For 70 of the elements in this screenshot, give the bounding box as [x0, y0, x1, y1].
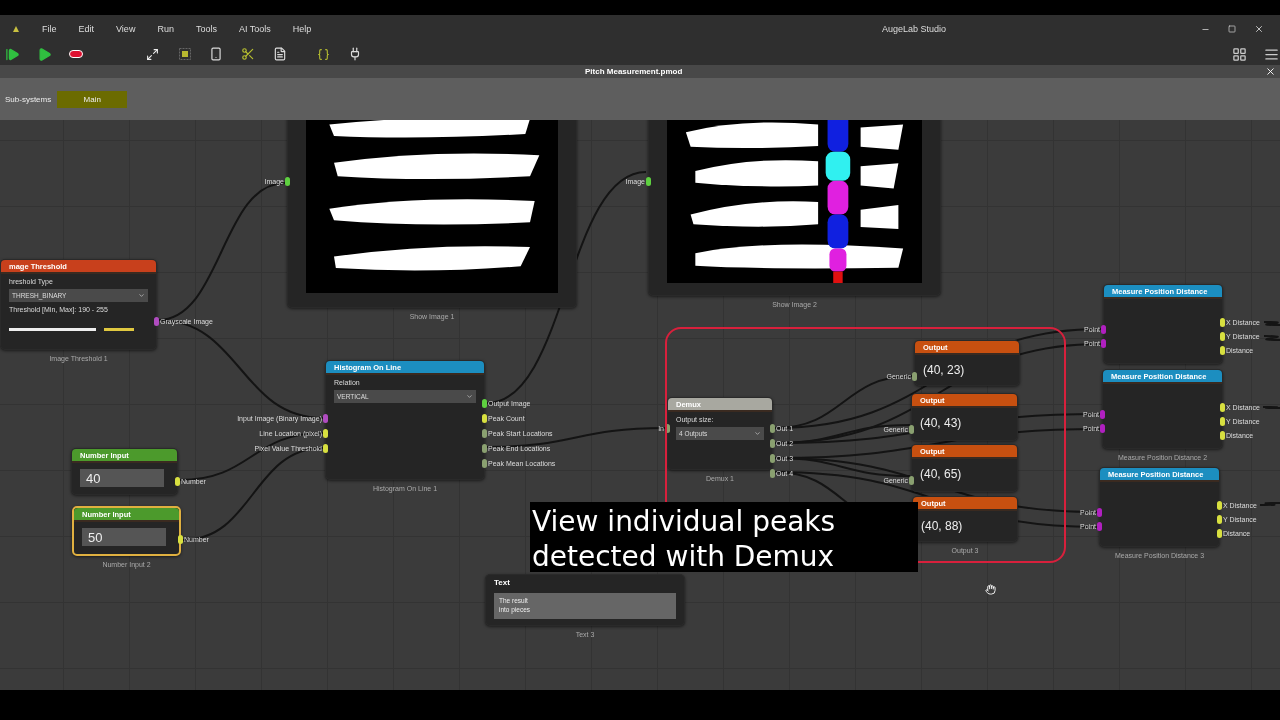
close-icon[interactable]	[1254, 24, 1264, 34]
window-title: AugeLab Studio	[882, 24, 948, 34]
input-port[interactable]	[1101, 338, 1106, 348]
output-port[interactable]	[1220, 416, 1225, 426]
output-value: (40, 23)	[923, 363, 966, 377]
output-port[interactable]	[482, 458, 487, 468]
range-track[interactable]	[9, 327, 96, 331]
input-port[interactable]	[323, 428, 328, 438]
input-port[interactable]	[1100, 409, 1105, 419]
output-port[interactable]	[178, 534, 183, 544]
wire	[1263, 321, 1280, 326]
menu-item[interactable]: Tools	[195, 24, 217, 34]
input-port[interactable]	[323, 413, 328, 423]
output-port[interactable]	[1217, 500, 1222, 510]
output-port[interactable]	[770, 453, 775, 463]
output-port[interactable]	[1220, 402, 1225, 412]
hand-cursor-icon	[985, 584, 996, 595]
input-port[interactable]	[1097, 521, 1102, 531]
number-field[interactable]: 40	[80, 469, 164, 487]
output-port[interactable]	[1220, 430, 1225, 440]
input-port[interactable]	[646, 176, 651, 186]
output-port[interactable]	[770, 468, 775, 478]
menu-item[interactable]: Run	[157, 24, 174, 34]
subsystems-label: Sub-systems	[5, 94, 52, 104]
menu-item[interactable]: Edit	[78, 24, 95, 34]
input-port[interactable]	[665, 423, 670, 433]
input-port[interactable]	[285, 176, 290, 186]
output-value: (40, 88)	[921, 519, 964, 533]
output-port[interactable]	[770, 423, 775, 433]
menu-item[interactable]: File	[42, 24, 57, 34]
input-port[interactable]	[1100, 423, 1105, 433]
subtitle-caption: View individual peaks detected with Demux	[530, 502, 918, 572]
output-port[interactable]	[482, 428, 487, 438]
menu-item[interactable]: AI Tools	[238, 24, 271, 34]
maximize-icon[interactable]	[1228, 25, 1236, 33]
output-port[interactable]	[175, 476, 180, 486]
output-value: (40, 43)	[920, 416, 963, 430]
input-port[interactable]	[1097, 507, 1102, 517]
input-port[interactable]	[909, 475, 914, 485]
grid-icon[interactable]	[1230, 45, 1249, 63]
output-port[interactable]	[1217, 528, 1222, 538]
wire	[1259, 502, 1280, 506]
chevron-down-icon	[138, 292, 145, 299]
wire	[1263, 335, 1280, 341]
menu-item[interactable]: Help	[292, 24, 312, 34]
range-handle[interactable]	[104, 327, 134, 331]
output-port[interactable]	[1220, 345, 1225, 355]
input-port[interactable]	[912, 371, 917, 381]
node-title: Text	[493, 576, 511, 589]
subsystem-tab[interactable]: Main	[57, 90, 128, 108]
app-logo-icon	[12, 25, 20, 33]
close-button[interactable]	[1265, 66, 1276, 77]
number-field[interactable]: 50	[82, 528, 166, 546]
output-port[interactable]	[482, 443, 487, 453]
output-port[interactable]	[1220, 331, 1225, 341]
output-port[interactable]	[482, 413, 487, 423]
document-title: Pitch Measurement.pmod	[585, 67, 683, 76]
node-card[interactable]	[287, 120, 577, 308]
input-port[interactable]	[323, 443, 328, 453]
chevron-down-icon	[466, 393, 473, 400]
output-port[interactable]	[1217, 514, 1222, 524]
output-port[interactable]	[1220, 317, 1225, 327]
node-card[interactable]	[648, 120, 941, 296]
input-port[interactable]	[1101, 324, 1106, 334]
output-port[interactable]	[770, 438, 775, 448]
menu-item[interactable]: View	[116, 24, 136, 34]
chevron-down-icon	[754, 430, 761, 437]
output-value: (40, 65)	[920, 467, 963, 481]
input-port[interactable]	[909, 424, 914, 434]
output-port[interactable]	[482, 398, 487, 408]
